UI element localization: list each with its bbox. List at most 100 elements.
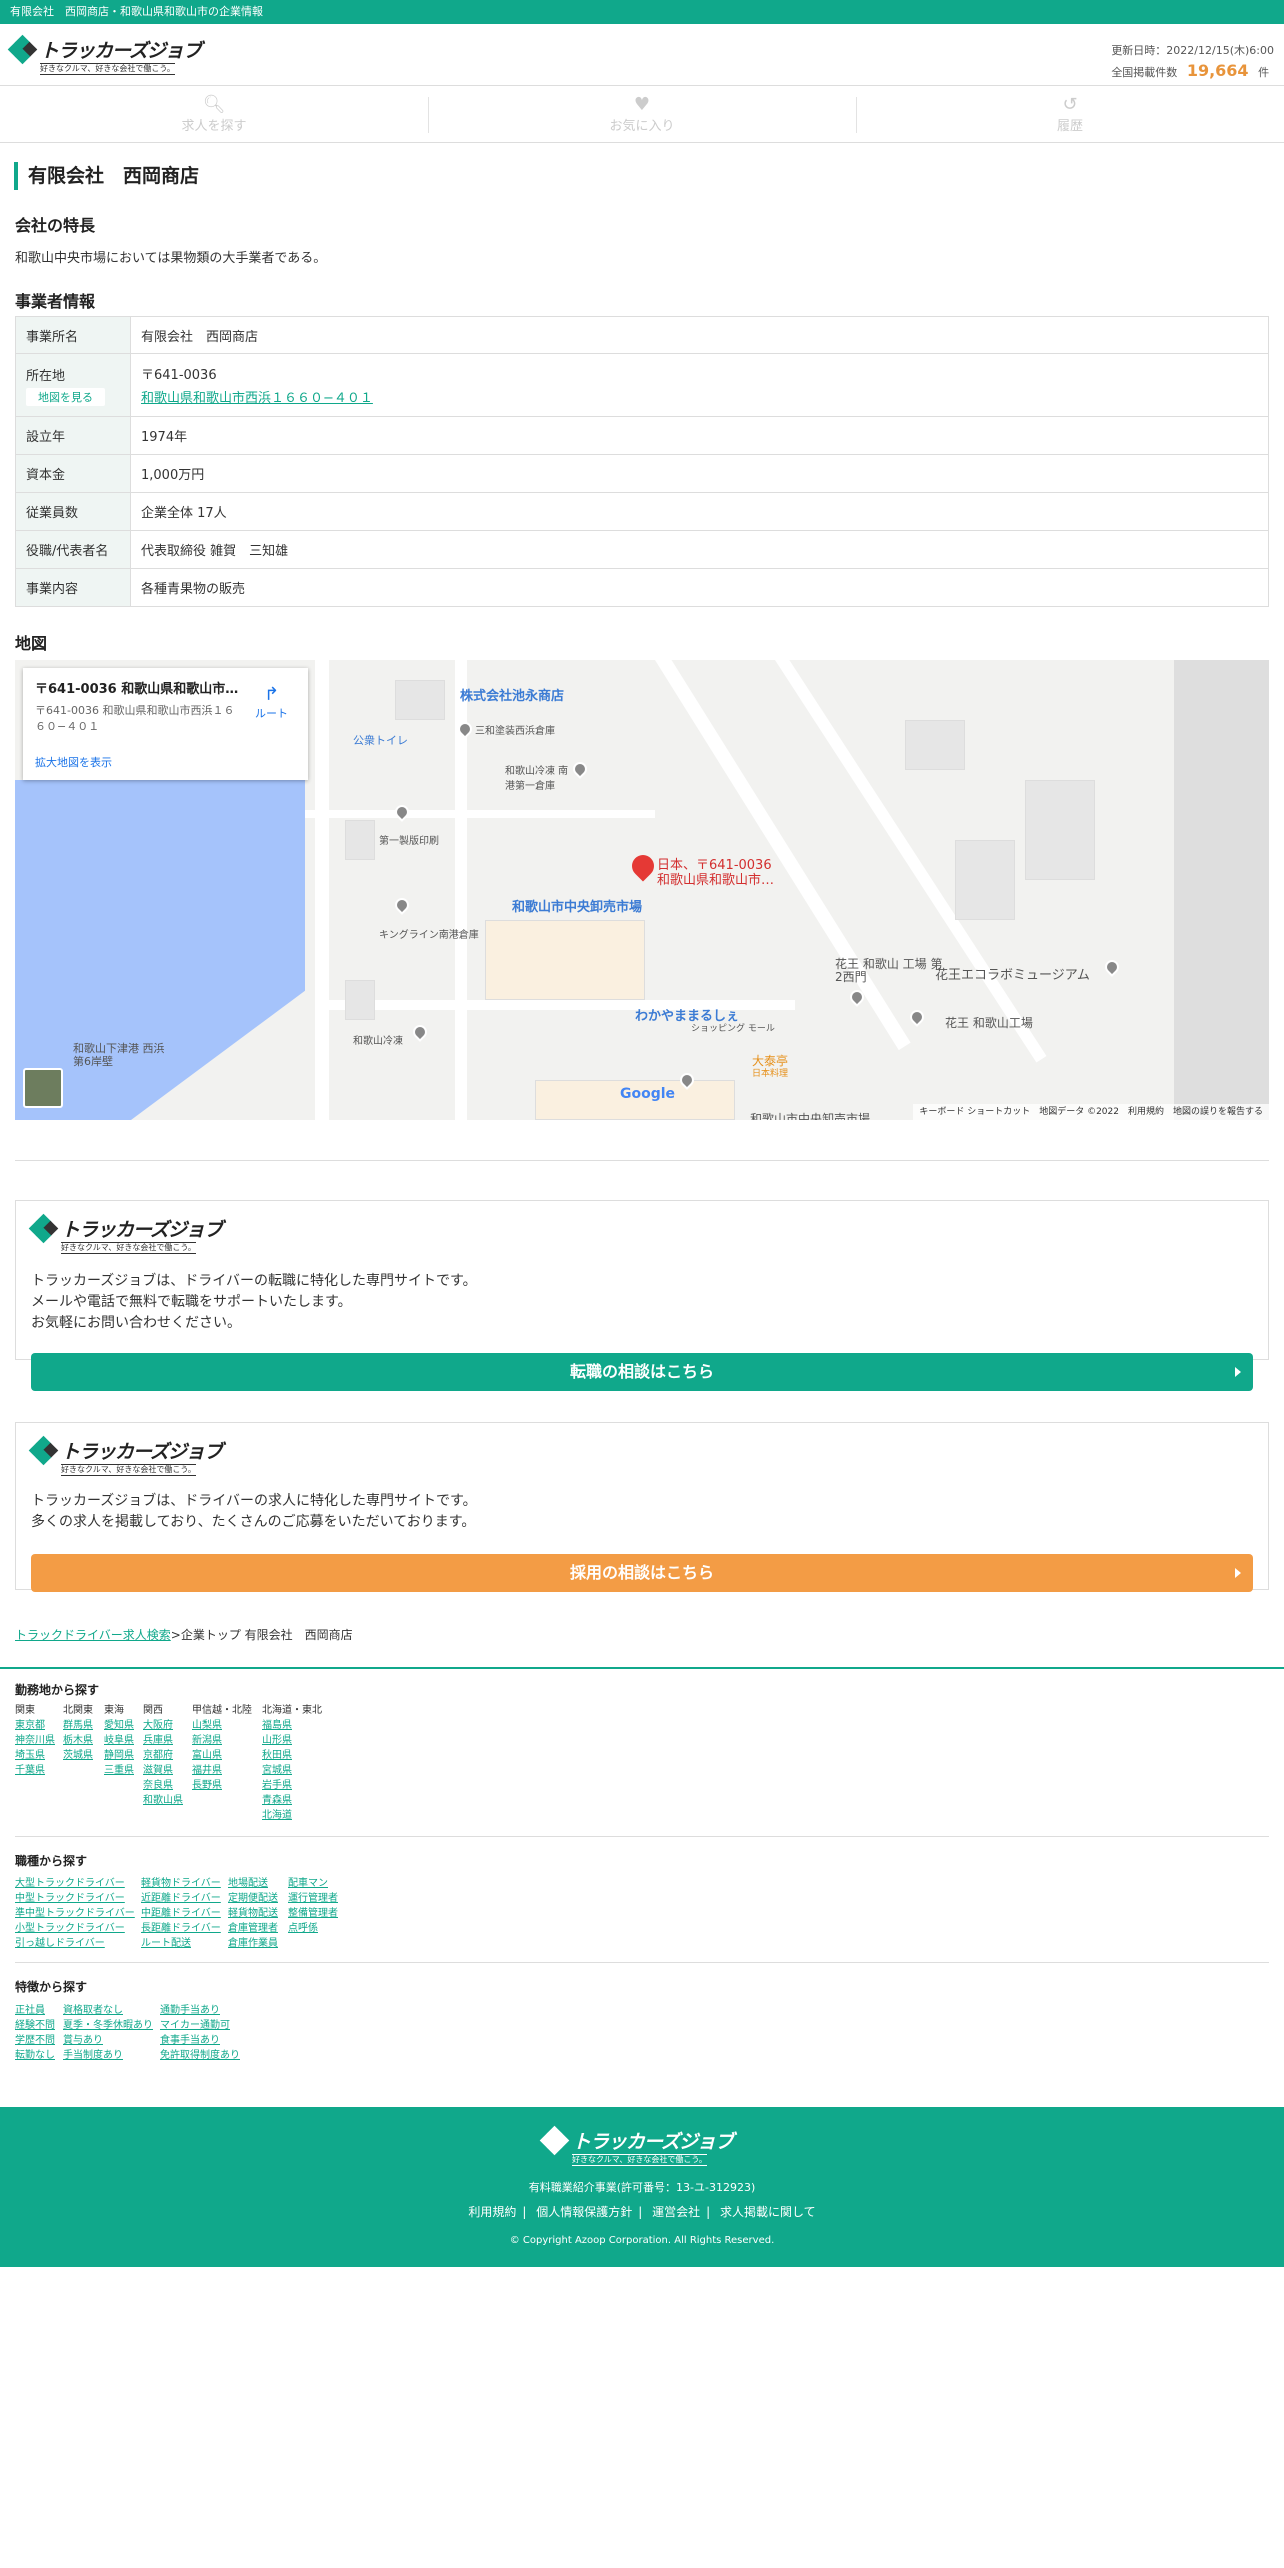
search-link[interactable]: 新潟県 <box>192 1733 252 1748</box>
search-link[interactable]: 愛知県 <box>104 1718 134 1733</box>
table-row: 役職/代表者名 代表取締役 雑賀 三知雄 <box>15 530 1269 569</box>
search-link[interactable]: 点呼係 <box>288 1921 338 1936</box>
map-heading: 地図 <box>15 634 48 653</box>
search-link[interactable]: 富山県 <box>192 1748 252 1763</box>
search-link[interactable]: 手当制度あり <box>63 2048 153 2063</box>
search-link[interactable]: 滋賀県 <box>143 1763 183 1778</box>
search-link[interactable]: 京都府 <box>143 1748 183 1763</box>
search-link[interactable]: 栃木県 <box>63 1733 93 1748</box>
search-link[interactable]: 静岡県 <box>104 1748 134 1763</box>
search-link[interactable]: 福島県 <box>262 1718 322 1733</box>
footer-link[interactable]: 求人掲載に関して <box>720 2205 816 2219</box>
search-link[interactable]: 宮城県 <box>262 1763 322 1778</box>
logo-mark-icon <box>28 1213 59 1243</box>
search-link[interactable]: 準中型トラックドライバー <box>15 1906 135 1921</box>
search-link[interactable]: 山梨県 <box>192 1718 252 1733</box>
enlarge-map-link[interactable]: 拡大地図を表示 <box>35 754 112 770</box>
logo-brand: トラッカーズジョブ <box>572 2131 734 2153</box>
logo-tagline: 好きなクルマ、好きな会社で働こう。 <box>61 1464 196 1476</box>
search-link[interactable]: 中型トラックドライバー <box>15 1891 135 1906</box>
search-link[interactable]: マイカー通勤可 <box>160 2018 240 2033</box>
search-link[interactable]: 夏季・冬季休暇あり <box>63 2018 153 2033</box>
search-link[interactable]: 小型トラックドライバー <box>15 1921 135 1936</box>
search-link[interactable]: 賞与あり <box>63 2033 153 2048</box>
search-link[interactable]: 運行管理者 <box>288 1891 338 1906</box>
logo-tagline: 好きなクルマ、好きな会社で働こう。 <box>40 63 175 75</box>
search-link[interactable]: 整備管理者 <box>288 1906 338 1921</box>
footer-link[interactable]: 個人情報保護方針 <box>536 2205 632 2219</box>
search-link[interactable]: 神奈川県 <box>15 1733 55 1748</box>
search-link[interactable]: 学歴不問 <box>15 2033 55 2048</box>
nav-search[interactable]: 🔍︎ 求人を探す <box>0 87 428 142</box>
route-button[interactable]: ↱ ルート <box>255 684 288 721</box>
nav-favorite[interactable]: ♥ お気に入り <box>428 87 856 142</box>
search-link[interactable]: 大型トラックドライバー <box>15 1876 135 1891</box>
footer-link[interactable]: 利用規約 <box>468 2205 516 2219</box>
google-map[interactable]: 日本、〒641-0036 和歌山県和歌山市… 株式会社池永商店 公衆トイレ 三和塗… <box>15 660 1269 1120</box>
search-link[interactable]: 長距離ドライバー <box>141 1921 221 1936</box>
promo-line: トラッカーズジョブは、ドライバーの転職に特化した専門サイトです。 <box>31 1273 477 1289</box>
promo-line: お気軽にお問い合わせください。 <box>31 1315 241 1331</box>
search-link[interactable]: 千葉県 <box>15 1763 55 1778</box>
breadcrumb-home-link[interactable]: トラックドライバー求人検索 <box>15 1628 171 1642</box>
search-link[interactable]: ルート配送 <box>141 1936 221 1951</box>
map-label: 公衆トイレ <box>353 734 408 747</box>
search-link[interactable]: 奈良県 <box>143 1778 183 1793</box>
search-link[interactable]: 北海道 <box>262 1808 322 1823</box>
search-link[interactable]: 中距離ドライバー <box>141 1906 221 1921</box>
update-date: 更新日時：2022/12/15(木)6:00 <box>1111 44 1274 57</box>
search-link[interactable]: 山形県 <box>262 1733 322 1748</box>
search-link[interactable]: 倉庫作業員 <box>228 1936 278 1951</box>
link-column-heading: 北海道・東北 <box>262 1705 322 1716</box>
search-link[interactable]: 和歌山県 <box>143 1793 183 1808</box>
satellite-toggle[interactable] <box>23 1068 63 1108</box>
search-link[interactable]: 近距離ドライバー <box>141 1891 221 1906</box>
map-label: 日本料理 <box>752 1069 789 1079</box>
search-link[interactable]: 経験不問 <box>15 2018 55 2033</box>
map-footer[interactable]: キーボード ショートカット 地図データ ©2022 利用規約 地図の誤りを報告す… <box>913 1104 1269 1120</box>
link-column-heading: 東海 <box>104 1705 124 1716</box>
search-link[interactable]: 岩手県 <box>262 1778 322 1793</box>
search-link[interactable]: 配車マン <box>288 1876 338 1891</box>
address-link[interactable]: 和歌山県和歌山市西浜１６６０−４０１ <box>141 387 1258 406</box>
search-link[interactable]: 福井県 <box>192 1763 252 1778</box>
search-link[interactable]: 転勤なし <box>15 2048 55 2063</box>
search-link[interactable]: 青森県 <box>262 1793 322 1808</box>
nav-history[interactable]: ↺ 履歴 <box>856 87 1284 142</box>
link-column: 大型トラックドライバー 中型トラックドライバー 準中型トラックドライバー 小型トラック… <box>15 1876 135 1951</box>
search-link[interactable]: 食事手当あり <box>160 2033 240 2048</box>
search-link[interactable]: 軽貨物ドライバー <box>141 1876 221 1891</box>
search-link[interactable]: 東京都 <box>15 1718 55 1733</box>
license-number: 有料職業紹介事業(許可番号：13-ユ-312923) <box>528 2181 756 2194</box>
search-link[interactable]: 地場配送 <box>228 1876 278 1891</box>
search-link[interactable]: 軽貨物配送 <box>228 1906 278 1921</box>
promo-line: トラッカーズジョブは、ドライバーの求人に特化した専門サイトです。 <box>31 1493 477 1509</box>
search-link[interactable]: 免許取得制度あり <box>160 2048 240 2063</box>
map-label: 和歌山冷凍 南港第一倉庫 <box>505 766 569 792</box>
map-info-card: 〒641-0036 和歌山県和歌山市… 〒641-0036 和歌山県和歌山市西浜… <box>23 668 308 780</box>
search-link[interactable]: 正社員 <box>15 2003 55 2018</box>
view-map-button[interactable]: 地図を見る <box>26 387 105 406</box>
search-link[interactable]: 引っ越しドライバー <box>15 1936 135 1951</box>
search-link[interactable]: 資格取者なし <box>63 2003 153 2018</box>
search-link[interactable]: 三重県 <box>104 1763 134 1778</box>
search-link[interactable]: 兵庫県 <box>143 1733 183 1748</box>
link-column: 配車マン 運行管理者 整備管理者 点呼係 <box>288 1876 338 1936</box>
site-logo[interactable]: トラッカーズジョブ 好きなクルマ、好きな会社で働こう。 <box>7 34 202 75</box>
search-link[interactable]: 秋田県 <box>262 1748 322 1763</box>
search-link[interactable]: 大阪府 <box>143 1718 183 1733</box>
recruit-consult-button[interactable]: 採用の相談はこちら <box>31 1554 1253 1592</box>
search-link[interactable]: 倉庫管理者 <box>228 1921 278 1936</box>
search-link[interactable]: 群馬県 <box>63 1718 93 1733</box>
search-link[interactable]: 定期便配送 <box>228 1891 278 1906</box>
career-consult-button[interactable]: 転職の相談はこちら <box>31 1353 1253 1391</box>
footer-link[interactable]: 運営会社 <box>652 2205 700 2219</box>
footer-logo[interactable]: トラッカーズジョブ 好きなクルマ、好きな会社で働こう。 <box>539 2125 734 2166</box>
search-link[interactable]: 岐阜県 <box>104 1733 134 1748</box>
search-link[interactable]: 茨城県 <box>63 1748 93 1763</box>
search-link[interactable]: 埼玉県 <box>15 1748 55 1763</box>
search-link[interactable]: 長野県 <box>192 1778 252 1793</box>
search-link[interactable]: 通勤手当あり <box>160 2003 240 2018</box>
link-column: 軽貨物ドライバー 近距離ドライバー 中距離ドライバー 長距離ドライバー ルート配送 <box>141 1876 221 1951</box>
divider <box>15 1962 1269 1963</box>
